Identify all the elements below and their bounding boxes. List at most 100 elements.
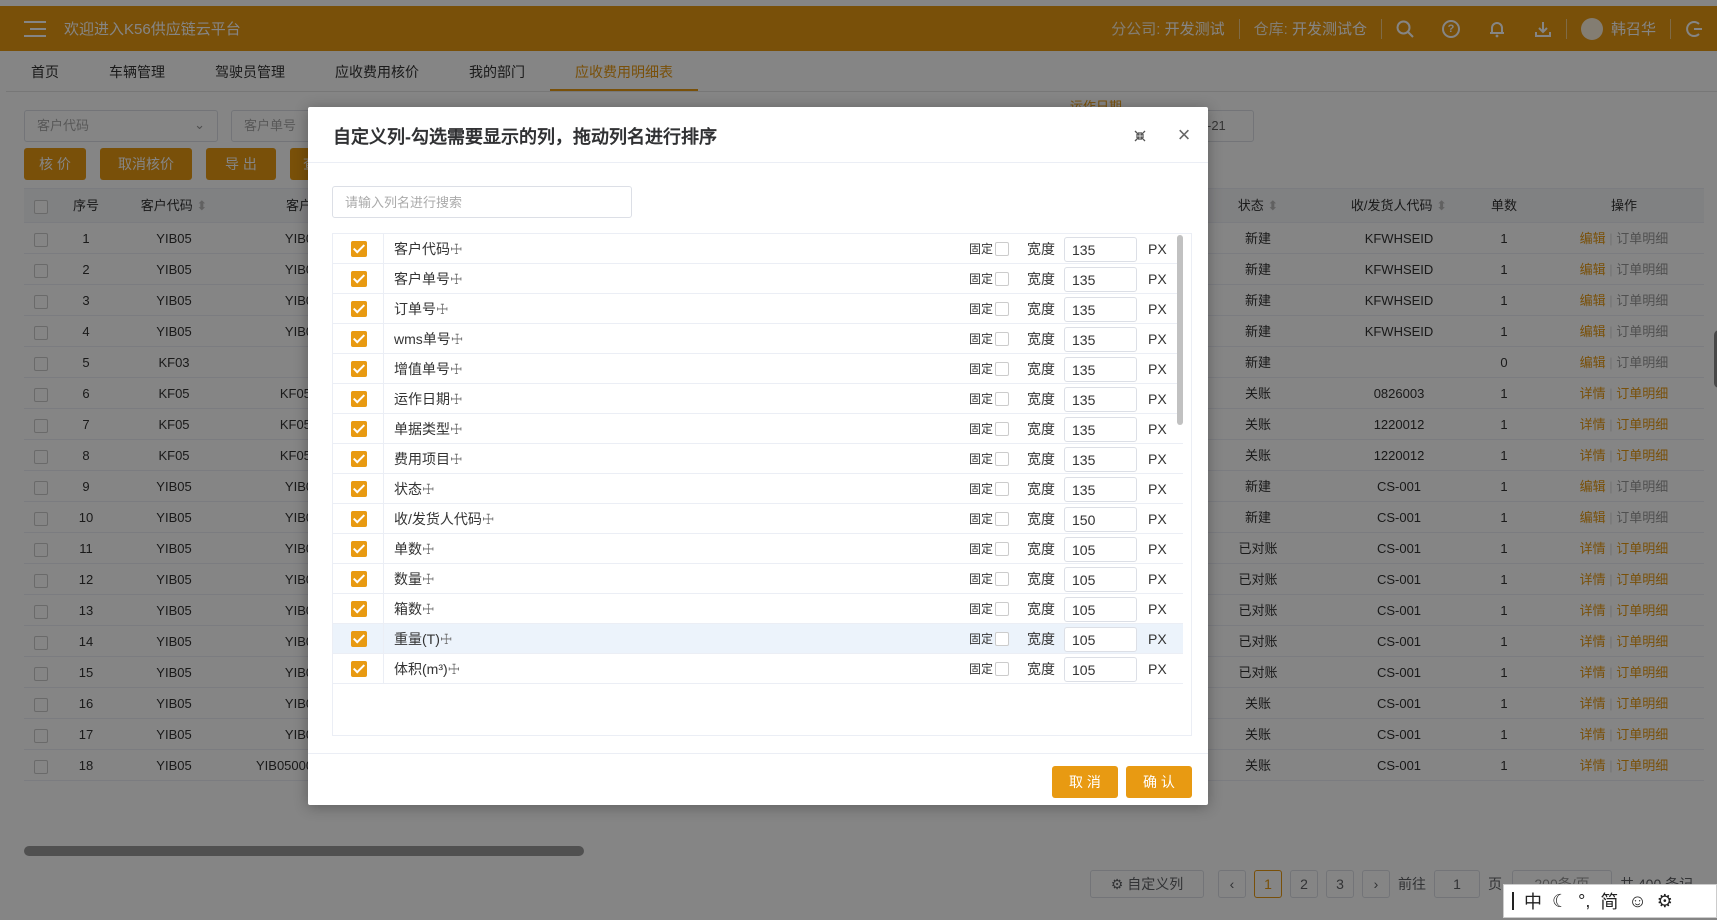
confirm-button[interactable]: 确 认 [1126,766,1192,798]
column-width-input[interactable] [1064,327,1137,352]
column-option-row[interactable]: 运作日期☩ 固定 宽度 PX [333,384,1183,414]
column-name[interactable]: 体积(m³)☩ [394,654,460,684]
column-search-input[interactable] [332,186,632,218]
drag-handle-icon[interactable]: ☩ [450,361,463,377]
column-visible-checkbox[interactable] [351,541,367,557]
column-visible-checkbox[interactable] [351,421,367,437]
fixed-checkbox[interactable] [995,602,1009,616]
drag-handle-icon[interactable]: ☩ [422,481,435,497]
drag-handle-icon[interactable]: ☩ [450,451,463,467]
column-visible-checkbox[interactable] [351,661,367,677]
fixed-checkbox[interactable] [995,482,1009,496]
column-name[interactable]: 费用项目☩ [394,444,463,474]
close-icon[interactable]: × [1174,124,1194,146]
column-width-input[interactable] [1064,627,1137,652]
fixed-checkbox[interactable] [995,422,1009,436]
cancel-button[interactable]: 取 消 [1052,766,1118,798]
column-visible-checkbox[interactable] [351,271,367,287]
settings-icon[interactable]: ⚙ [1657,891,1673,912]
column-name[interactable]: wms单号☩ [394,324,463,354]
column-option-row[interactable]: 数量☩ 固定 宽度 PX [333,564,1183,594]
ime-simplified[interactable]: 简 [1600,888,1618,914]
moon-icon[interactable]: ☾ [1552,891,1568,912]
column-width-input[interactable] [1064,267,1137,292]
column-width-input[interactable] [1064,297,1137,322]
drag-handle-icon[interactable]: ☩ [451,331,464,347]
column-name[interactable]: 重量(T)☩ [394,624,452,654]
column-visible-checkbox[interactable] [351,331,367,347]
fixed-checkbox[interactable] [995,302,1009,316]
column-option-row[interactable]: 客户单号☩ 固定 宽度 PX [333,264,1183,294]
column-option-row[interactable]: 收/发货人代码☩ 固定 宽度 PX [333,504,1183,534]
column-width-input[interactable] [1064,507,1137,532]
drag-handle-icon[interactable]: ☩ [448,661,461,677]
column-name[interactable]: 单数☩ [394,534,435,564]
drag-handle-icon[interactable]: ☩ [450,241,463,257]
column-width-input[interactable] [1064,657,1137,682]
fixed-checkbox[interactable] [995,392,1009,406]
column-name[interactable]: 增值单号☩ [394,354,463,384]
column-option-row[interactable]: 箱数☩ 固定 宽度 PX [333,594,1183,624]
column-option-row[interactable]: 费用项目☩ 固定 宽度 PX [333,444,1183,474]
column-visible-checkbox[interactable] [351,571,367,587]
fixed-checkbox[interactable] [995,272,1009,286]
fixed-checkbox[interactable] [995,362,1009,376]
column-width-input[interactable] [1064,597,1137,622]
fixed-checkbox[interactable] [995,332,1009,346]
column-width-input[interactable] [1064,477,1137,502]
column-width-input[interactable] [1064,237,1137,262]
column-visible-checkbox[interactable] [351,241,367,257]
drag-handle-icon[interactable]: ☩ [450,271,463,287]
column-visible-checkbox[interactable] [351,511,367,527]
drag-handle-icon[interactable]: ☩ [422,541,435,557]
column-visible-checkbox[interactable] [351,481,367,497]
column-visible-checkbox[interactable] [351,601,367,617]
column-visible-checkbox[interactable] [351,361,367,377]
fullscreen-icon[interactable] [1134,129,1146,142]
column-option-row[interactable]: 订单号☩ 固定 宽度 PX [333,294,1183,324]
fixed-checkbox[interactable] [995,632,1009,646]
fixed-checkbox[interactable] [995,512,1009,526]
column-visible-checkbox[interactable] [351,301,367,317]
column-width-input[interactable] [1064,357,1137,382]
drag-handle-icon[interactable]: ☩ [482,511,495,527]
column-name[interactable]: 数量☩ [394,564,435,594]
fixed-checkbox[interactable] [995,542,1009,556]
column-name[interactable]: 状态☩ [394,474,435,504]
column-name[interactable]: 箱数☩ [394,594,435,624]
column-list-scrollbar[interactable] [1177,235,1183,425]
column-width-input[interactable] [1064,387,1137,412]
ime-chinese-mode[interactable]: 中 [1524,888,1542,914]
column-option-row[interactable]: wms单号☩ 固定 宽度 PX [333,324,1183,354]
column-option-row[interactable]: 重量(T)☩ 固定 宽度 PX [333,624,1183,654]
ime-punctuation[interactable]: °, [1578,891,1590,912]
column-name[interactable]: 单据类型☩ [394,414,463,444]
column-width-input[interactable] [1064,417,1137,442]
column-name[interactable]: 客户代码☩ [394,234,463,264]
drag-handle-icon[interactable]: ☩ [450,421,463,437]
drag-handle-icon[interactable]: ☩ [440,631,453,647]
column-name[interactable]: 运作日期☩ [394,384,463,414]
column-name[interactable]: 收/发货人代码☩ [394,504,494,534]
column-visible-checkbox[interactable] [351,631,367,647]
emoji-icon[interactable]: ☺ [1628,891,1646,912]
column-visible-checkbox[interactable] [351,451,367,467]
column-option-row[interactable]: 状态☩ 固定 宽度 PX [333,474,1183,504]
fixed-checkbox[interactable] [995,662,1009,676]
fixed-checkbox[interactable] [995,452,1009,466]
column-option-row[interactable]: 增值单号☩ 固定 宽度 PX [333,354,1183,384]
drag-handle-icon[interactable]: ☩ [450,391,463,407]
fixed-checkbox[interactable] [995,572,1009,586]
column-option-row[interactable]: 体积(m³)☩ 固定 宽度 PX [333,654,1183,684]
column-width-input[interactable] [1064,447,1137,472]
column-option-row[interactable]: 单数☩ 固定 宽度 PX [333,534,1183,564]
drag-handle-icon[interactable]: ☩ [422,601,435,617]
column-name[interactable]: 订单号☩ [394,294,449,324]
drag-handle-icon[interactable]: ☩ [422,571,435,587]
column-width-input[interactable] [1064,567,1137,592]
column-width-input[interactable] [1064,537,1137,562]
column-option-row[interactable]: 单据类型☩ 固定 宽度 PX [333,414,1183,444]
drag-handle-icon[interactable]: ☩ [436,301,449,317]
column-option-row[interactable]: 客户代码☩ 固定 宽度 PX [333,234,1183,264]
fixed-checkbox[interactable] [995,242,1009,256]
